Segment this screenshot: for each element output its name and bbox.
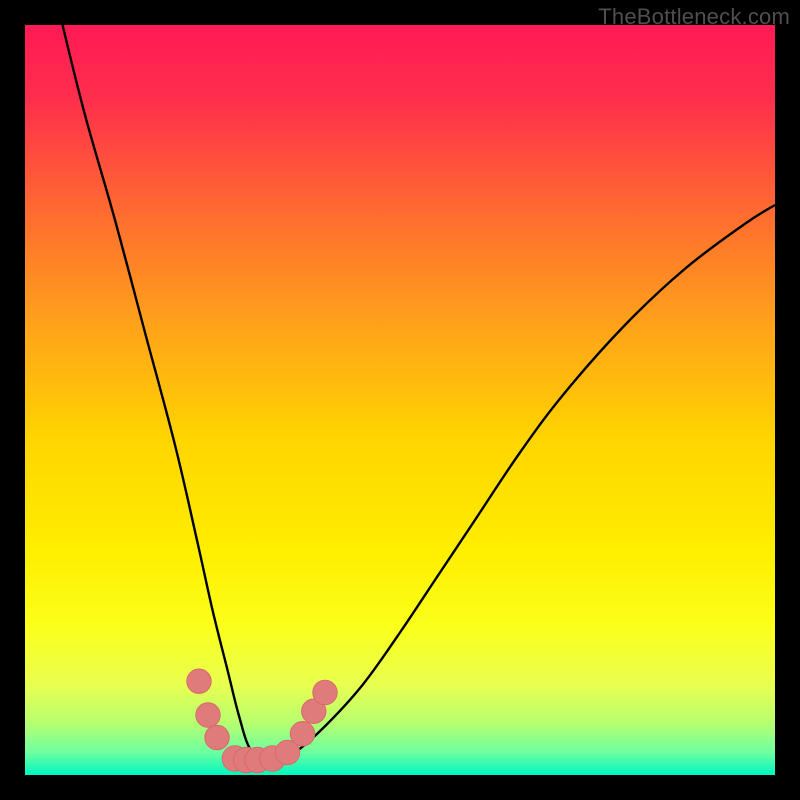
chart-background [25, 25, 775, 775]
curve-marker [196, 703, 220, 727]
curve-marker [205, 725, 229, 749]
curve-marker [290, 722, 314, 746]
curve-marker [313, 680, 337, 704]
curve-marker [187, 669, 211, 693]
bottleneck-chart [25, 25, 775, 775]
chart-frame [25, 25, 775, 775]
